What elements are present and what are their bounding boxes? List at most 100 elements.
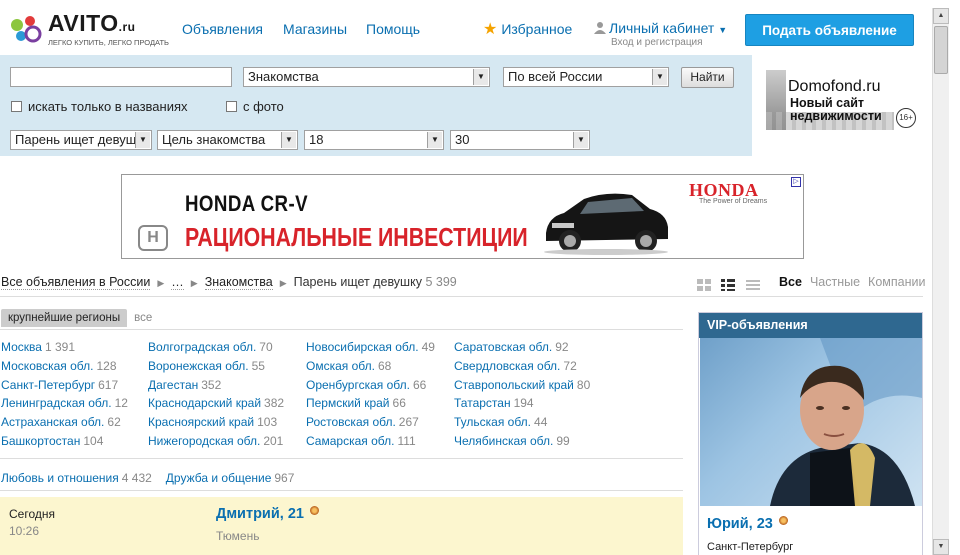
- location-select[interactable]: По всей России ▼: [503, 67, 669, 87]
- region-name[interactable]: Саратовская обл.: [454, 340, 552, 354]
- region-item[interactable]: Самарская обл. 111: [306, 432, 435, 451]
- tab-all-regions[interactable]: все: [127, 309, 159, 327]
- region-name[interactable]: Ленинградская обл.: [1, 396, 112, 410]
- region-tabs: крупнейшие регионы все: [1, 309, 159, 327]
- region-name[interactable]: Московская обл.: [1, 359, 93, 373]
- checkbox-box[interactable]: [226, 101, 237, 112]
- region-item[interactable]: Красноярский край 103: [148, 413, 284, 432]
- region-name[interactable]: Татарстан: [454, 396, 511, 410]
- breadcrumb-dating[interactable]: Знакомства: [204, 275, 273, 290]
- vip-photo[interactable]: [700, 338, 922, 506]
- region-count: 352: [201, 377, 222, 392]
- favorites-link[interactable]: ★ Избранное: [483, 19, 572, 39]
- region-name[interactable]: Санкт-Петербург: [1, 378, 95, 392]
- filter-companies[interactable]: Компании: [868, 275, 925, 289]
- region-name[interactable]: Астраханская обл.: [1, 415, 104, 429]
- listing-item[interactable]: Сегодня 10:26 Дмитрий, 21 Тюмень: [0, 497, 683, 555]
- region-name[interactable]: Свердловская обл.: [454, 359, 560, 373]
- list-view-icon[interactable]: [721, 278, 736, 291]
- nav-ads[interactable]: Объявления: [182, 21, 263, 37]
- vip-name[interactable]: Юрий, 23: [707, 516, 773, 532]
- nav-help[interactable]: Помощь: [366, 21, 420, 37]
- region-count: 194: [513, 396, 534, 411]
- region-item[interactable]: Новосибирская обл. 49: [306, 338, 435, 357]
- region-item[interactable]: Нижегородская обл. 201: [148, 432, 284, 451]
- region-item[interactable]: Татарстан 194: [454, 394, 590, 413]
- breadcrumb-ellipsis[interactable]: …: [171, 275, 184, 290]
- category-love[interactable]: Любовь и отношения: [1, 471, 119, 485]
- vip-name-wrap[interactable]: Юрий, 23: [707, 516, 788, 532]
- nav-shops[interactable]: Магазины: [283, 21, 347, 37]
- region-item[interactable]: Москва 1 391: [1, 338, 128, 357]
- honda-banner-ad[interactable]: HONDA CR-V РАЦИОНАЛЬНЫЕ ИНВЕСТИЦИИ H HON…: [121, 174, 804, 259]
- region-item[interactable]: Астраханская обл. 62: [1, 413, 128, 432]
- avito-logo[interactable]: AVITO.ru ЛЕГКО КУПИТЬ, ЛЕГКО ПРОДАТЬ: [8, 10, 169, 48]
- region-name[interactable]: Нижегородская обл.: [148, 434, 260, 448]
- listing-title-wrap[interactable]: Дмитрий, 21: [216, 506, 319, 522]
- age-to-select[interactable]: 30 ▼: [450, 130, 590, 150]
- post-ad-button[interactable]: Подать объявление: [745, 14, 914, 46]
- category-select[interactable]: Знакомства ▼: [243, 67, 490, 87]
- region-count: 12: [114, 396, 128, 411]
- region-name[interactable]: Омская обл.: [306, 359, 375, 373]
- category-friendship[interactable]: Дружба и общение: [166, 471, 272, 485]
- with-photo-checkbox[interactable]: с фото: [226, 99, 284, 114]
- region-name[interactable]: Челябинская обл.: [454, 434, 553, 448]
- region-name[interactable]: Ростовская обл.: [306, 415, 396, 429]
- region-item[interactable]: Свердловская обл. 72: [454, 357, 590, 376]
- region-name[interactable]: Оренбургская обл.: [306, 378, 410, 392]
- checkbox-box[interactable]: [11, 101, 22, 112]
- region-item[interactable]: Ставропольский край 80: [454, 376, 590, 395]
- region-name[interactable]: Воронежская обл.: [148, 359, 249, 373]
- scrollbar-thumb[interactable]: [934, 26, 948, 74]
- region-name[interactable]: Краснодарский край: [148, 396, 261, 410]
- region-name[interactable]: Пермский край: [306, 396, 390, 410]
- region-item[interactable]: Дагестан 352: [148, 376, 284, 395]
- search-input[interactable]: [10, 67, 232, 87]
- region-name[interactable]: Москва: [1, 340, 42, 354]
- region-item[interactable]: Оренбургская обл. 66: [306, 376, 435, 395]
- region-item[interactable]: Омская обл. 68: [306, 357, 435, 376]
- region-item[interactable]: Тульская обл. 44: [454, 413, 590, 432]
- page-scrollbar[interactable]: ▲ ▼: [932, 8, 949, 555]
- filter-private[interactable]: Частные: [810, 275, 860, 289]
- domofond-ad[interactable]: Domofond.ru Новый сайт недвижимости 16+: [766, 70, 916, 130]
- scroll-down-icon[interactable]: ▼: [933, 539, 949, 555]
- region-name[interactable]: Башкортостан: [1, 434, 80, 448]
- photo-marker-icon: [309, 506, 319, 515]
- region-item[interactable]: Ростовская обл. 267: [306, 413, 435, 432]
- region-item[interactable]: Краснодарский край 382: [148, 394, 284, 413]
- region-name[interactable]: Дагестан: [148, 378, 198, 392]
- region-item[interactable]: Воронежская обл. 55: [148, 357, 284, 376]
- region-item[interactable]: Московская обл. 128: [1, 357, 128, 376]
- region-item[interactable]: Челябинская обл. 99: [454, 432, 590, 451]
- goal-select[interactable]: Цель знакомства ▼: [157, 130, 298, 150]
- filter-all[interactable]: Все: [779, 275, 802, 289]
- scroll-up-icon[interactable]: ▲: [933, 8, 949, 24]
- region-item[interactable]: Волгоградская обл. 70: [148, 338, 284, 357]
- breadcrumb-all-russia[interactable]: Все объявления в России: [1, 275, 151, 290]
- region-name[interactable]: Красноярский край: [148, 415, 254, 429]
- region-item[interactable]: Санкт-Петербург 617: [1, 376, 128, 395]
- region-item[interactable]: Башкортостан 104: [1, 432, 128, 451]
- find-button[interactable]: Найти: [681, 67, 734, 88]
- region-name[interactable]: Тульская обл.: [454, 415, 531, 429]
- gallery-view-icon[interactable]: [697, 278, 711, 291]
- who-select[interactable]: Парень ищет девушку ▼: [10, 130, 152, 150]
- compact-view-icon[interactable]: [745, 279, 760, 291]
- adchoices-icon[interactable]: ▷: [791, 177, 801, 187]
- listing-title[interactable]: Дмитрий, 21: [216, 506, 304, 522]
- region-name[interactable]: Волгоградская обл.: [148, 340, 256, 354]
- cabinet-menu[interactable]: Личный кабинет ▼ Вход и регистрация: [594, 20, 727, 48]
- age-from-select[interactable]: 18 ▼: [304, 130, 444, 150]
- region-name[interactable]: Ставропольский край: [454, 378, 574, 392]
- tab-biggest-regions[interactable]: крупнейшие регионы: [1, 309, 128, 327]
- region-item[interactable]: Пермский край 66: [306, 394, 435, 413]
- region-item[interactable]: Ленинградская обл. 12: [1, 394, 128, 413]
- region-item[interactable]: Саратовская обл. 92: [454, 338, 590, 357]
- login-register-link[interactable]: Вход и регистрация: [611, 37, 727, 48]
- star-icon: ★: [483, 21, 498, 38]
- region-name[interactable]: Самарская обл.: [306, 434, 394, 448]
- region-name[interactable]: Новосибирская обл.: [306, 340, 419, 354]
- only-titles-checkbox[interactable]: искать только в названиях: [11, 99, 188, 114]
